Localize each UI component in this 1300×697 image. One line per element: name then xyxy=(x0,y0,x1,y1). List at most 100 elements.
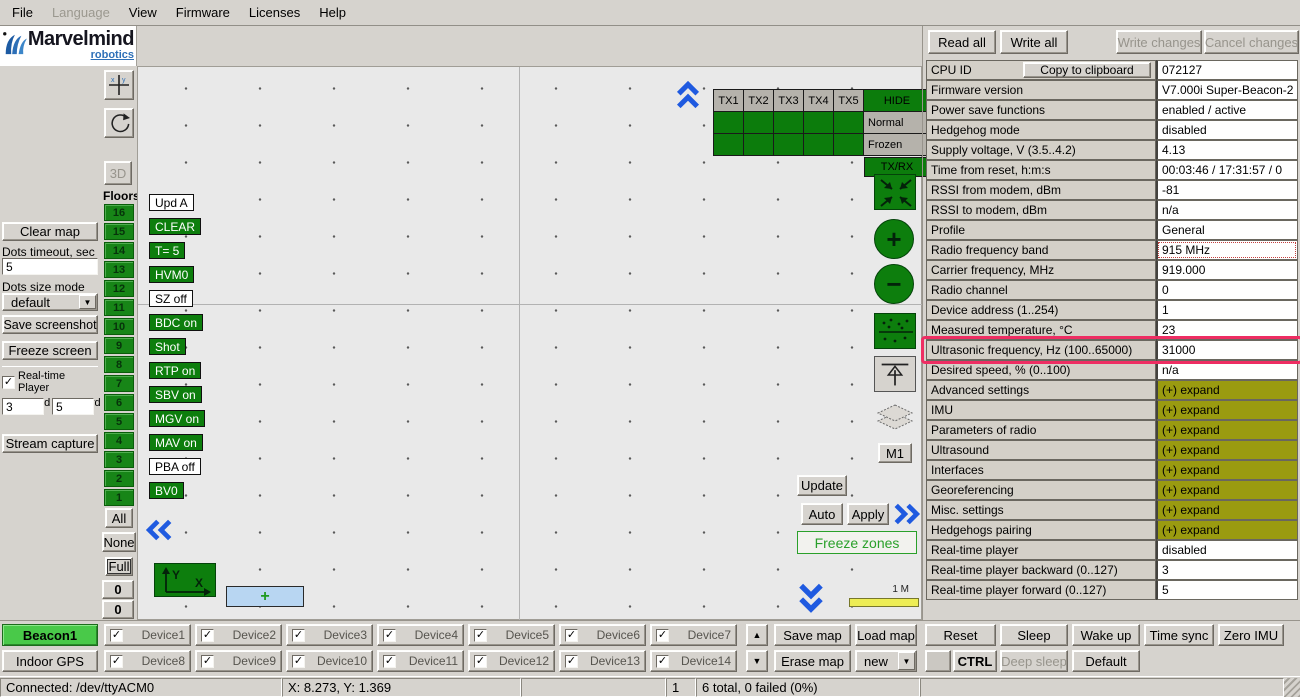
floor-button-9[interactable]: 9 xyxy=(104,337,134,354)
map-tool-clear[interactable]: CLEAR xyxy=(149,218,201,235)
param-value[interactable]: 00:03:46 / 17:31:57 / 0 xyxy=(1156,160,1298,180)
floor-button-4[interactable]: 4 xyxy=(104,432,134,449)
checkbox-checked-icon[interactable]: ✓ xyxy=(565,655,578,668)
device-toggle-device2[interactable]: ✓Device2 xyxy=(195,624,282,646)
device-toggle-device14[interactable]: ✓Device14 xyxy=(650,650,737,672)
expand-cell[interactable]: (+) expand xyxy=(1156,400,1298,420)
chevron-up-icon[interactable] xyxy=(674,81,702,111)
forward-input[interactable] xyxy=(52,398,94,415)
resize-grip[interactable] xyxy=(1284,678,1300,697)
checkbox-checked-icon[interactable]: ✓ xyxy=(292,629,305,642)
menu-language[interactable]: Language xyxy=(50,3,112,22)
indoor-gps-tab[interactable]: Indoor GPS xyxy=(2,650,98,672)
tx-cell[interactable] xyxy=(714,112,743,133)
device-toggle-device7[interactable]: ✓Device7 xyxy=(650,624,737,646)
layers-icon[interactable] xyxy=(874,401,916,433)
floor-button-14[interactable]: 14 xyxy=(104,242,134,259)
tx-cell[interactable] xyxy=(804,112,833,133)
param-value[interactable]: 3 xyxy=(1156,560,1298,580)
deep-sleep-button[interactable]: Deep sleep xyxy=(1000,650,1068,672)
auto-button[interactable]: Auto xyxy=(801,503,843,525)
write-changes-button[interactable]: Write changes xyxy=(1116,30,1202,54)
sleep-button[interactable]: Sleep xyxy=(1000,624,1068,646)
load-map-button[interactable]: Load map xyxy=(855,624,917,646)
map-tool-rtp-on[interactable]: RTP on xyxy=(149,362,201,379)
device-toggle-device5[interactable]: ✓Device5 xyxy=(468,624,555,646)
chevron-left-icon[interactable] xyxy=(146,516,174,544)
floor-button-11[interactable]: 11 xyxy=(104,299,134,316)
menu-view[interactable]: View xyxy=(127,3,159,22)
floor-button-16[interactable]: 16 xyxy=(104,204,134,221)
chevron-down-icon[interactable]: ▼ xyxy=(79,295,96,309)
default-button[interactable]: Default xyxy=(1072,650,1140,672)
tx-header-tx1[interactable]: TX1 xyxy=(714,90,743,111)
fit-to-screen-button[interactable] xyxy=(874,174,916,210)
tx-header-tx4[interactable]: TX4 xyxy=(804,90,833,111)
freeze-screen-button[interactable]: Freeze screen xyxy=(2,341,98,360)
expand-cell[interactable]: (+) expand xyxy=(1156,500,1298,520)
3d-view-button[interactable]: 3D xyxy=(104,161,132,185)
expand-cell[interactable]: (+) expand xyxy=(1156,440,1298,460)
ctrl-indicator[interactable] xyxy=(925,650,951,672)
device-toggle-device9[interactable]: ✓Device9 xyxy=(195,650,282,672)
save-screenshot-button[interactable]: Save screenshot xyxy=(2,315,98,334)
ctrl-button[interactable]: CTRL xyxy=(953,650,997,672)
map-tool-mgv-on[interactable]: MGV on xyxy=(149,410,205,427)
chevron-down-icon[interactable]: ▼ xyxy=(898,652,915,670)
menu-firmware[interactable]: Firmware xyxy=(174,3,232,22)
device-toggle-device4[interactable]: ✓Device4 xyxy=(377,624,464,646)
write-all-button[interactable]: Write all xyxy=(1000,30,1068,54)
realtime-player-checkbox[interactable]: ✓ xyxy=(2,376,15,389)
checkbox-checked-icon[interactable]: ✓ xyxy=(474,629,487,642)
floors-none-button[interactable]: None xyxy=(102,532,136,552)
device-toggle-device6[interactable]: ✓Device6 xyxy=(559,624,646,646)
tx-cell[interactable] xyxy=(804,134,833,155)
checkbox-checked-icon[interactable]: ✓ xyxy=(201,655,214,668)
device-toggle-device10[interactable]: ✓Device10 xyxy=(286,650,373,672)
apply-button[interactable]: Apply xyxy=(847,503,889,525)
checkbox-checked-icon[interactable]: ✓ xyxy=(474,655,487,668)
zoom-in-button[interactable]: + xyxy=(874,219,914,259)
map-tool-sbv-on[interactable]: SBV on xyxy=(149,386,202,403)
expand-cell[interactable]: (+) expand xyxy=(1156,520,1298,540)
checkbox-checked-icon[interactable]: ✓ xyxy=(656,655,669,668)
expand-cell[interactable]: (+) expand xyxy=(1156,380,1298,400)
beacon-tab[interactable]: Beacon1 xyxy=(2,624,98,646)
menu-help[interactable]: Help xyxy=(317,3,348,22)
reset-button[interactable]: Reset xyxy=(925,624,996,646)
cancel-changes-button[interactable]: Cancel changes xyxy=(1204,30,1299,54)
floor-button-7[interactable]: 7 xyxy=(104,375,134,392)
device-toggle-device8[interactable]: ✓Device8 xyxy=(104,650,191,672)
floor-button-5[interactable]: 5 xyxy=(104,413,134,430)
tx-normal-button[interactable]: Normal xyxy=(864,112,930,133)
dots-size-select[interactable]: default ▼ xyxy=(2,293,98,311)
expand-cell[interactable]: (+) expand xyxy=(1156,460,1298,480)
time-sync-button[interactable]: Time sync xyxy=(1144,624,1214,646)
param-value[interactable]: 1 xyxy=(1156,300,1298,320)
floor-button-6[interactable]: 6 xyxy=(104,394,134,411)
device-page-down-button[interactable]: ▼ xyxy=(746,650,768,672)
param-value[interactable]: 0 xyxy=(1156,280,1298,300)
param-value[interactable]: enabled / active xyxy=(1156,100,1298,120)
map-select[interactable]: new ▼ xyxy=(855,650,917,672)
floor-button-10[interactable]: 10 xyxy=(104,318,134,335)
map-tool-bv0[interactable]: BV0 xyxy=(149,482,184,499)
tx-header-tx5[interactable]: TX5 xyxy=(834,90,863,111)
erase-map-button[interactable]: Erase map xyxy=(774,650,851,672)
param-value[interactable]: 919.000 xyxy=(1156,260,1298,280)
checkbox-checked-icon[interactable]: ✓ xyxy=(565,629,578,642)
map-tool-hvm0[interactable]: HVM0 xyxy=(149,266,194,283)
tx-cell[interactable] xyxy=(774,134,803,155)
zero-imu-button[interactable]: Zero IMU xyxy=(1218,624,1284,646)
param-value[interactable]: 23 xyxy=(1156,320,1298,340)
param-value[interactable]: n/a xyxy=(1156,200,1298,220)
floor-button-2[interactable]: 2 xyxy=(104,470,134,487)
map-tool-t-5[interactable]: T= 5 xyxy=(149,242,185,259)
expand-cell[interactable]: (+) expand xyxy=(1156,420,1298,440)
device-page-up-button[interactable]: ▲ xyxy=(746,624,768,646)
param-value[interactable]: -81 xyxy=(1156,180,1298,200)
tx-frozen-button[interactable]: Frozen xyxy=(864,134,930,155)
floor-button-13[interactable]: 13 xyxy=(104,261,134,278)
floor-button-1[interactable]: 1 xyxy=(104,489,134,506)
param-value[interactable]: 4.13 xyxy=(1156,140,1298,160)
